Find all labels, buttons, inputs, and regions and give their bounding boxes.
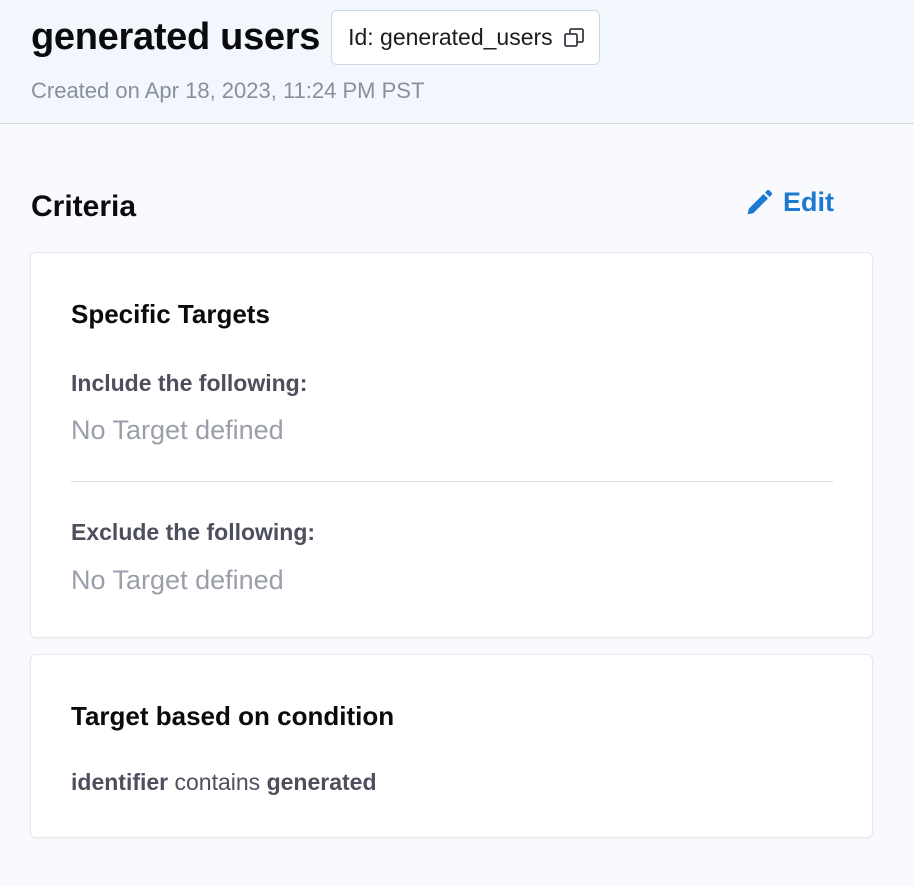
title-row: generated users Id: generated_users	[31, 10, 600, 65]
criteria-title: Criteria	[31, 190, 137, 223]
id-chip[interactable]: Id: generated_users	[331, 10, 600, 65]
condition-title: Target based on condition	[71, 701, 395, 731]
include-value: No Target defined	[71, 415, 284, 445]
edit-button[interactable]: Edit	[744, 187, 834, 218]
exclude-value: No Target defined	[71, 565, 284, 595]
page-header: generated users Id: generated_users Crea…	[0, 0, 914, 124]
condition-expression: identifier contains generated	[71, 769, 377, 796]
exclude-label: Exclude the following:	[71, 519, 316, 545]
id-label: Id: generated_users	[348, 24, 553, 50]
edit-label: Edit	[783, 187, 834, 217]
pencil-icon	[747, 189, 773, 214]
created-timestamp: Created on Apr 18, 2023, 11:24 PM PST	[31, 78, 425, 103]
condition-card: Target based on condition identifier con…	[30, 654, 873, 838]
specific-targets-card: Specific Targets Include the following: …	[30, 252, 873, 638]
copy-icon[interactable]	[563, 27, 585, 49]
divider	[71, 481, 833, 482]
page-title: generated users	[31, 16, 321, 58]
condition-attribute: identifier	[71, 769, 169, 795]
specific-targets-title: Specific Targets	[71, 299, 270, 329]
condition-operator: contains	[174, 769, 261, 795]
include-label: Include the following:	[71, 370, 308, 396]
condition-value: generated	[266, 769, 377, 795]
